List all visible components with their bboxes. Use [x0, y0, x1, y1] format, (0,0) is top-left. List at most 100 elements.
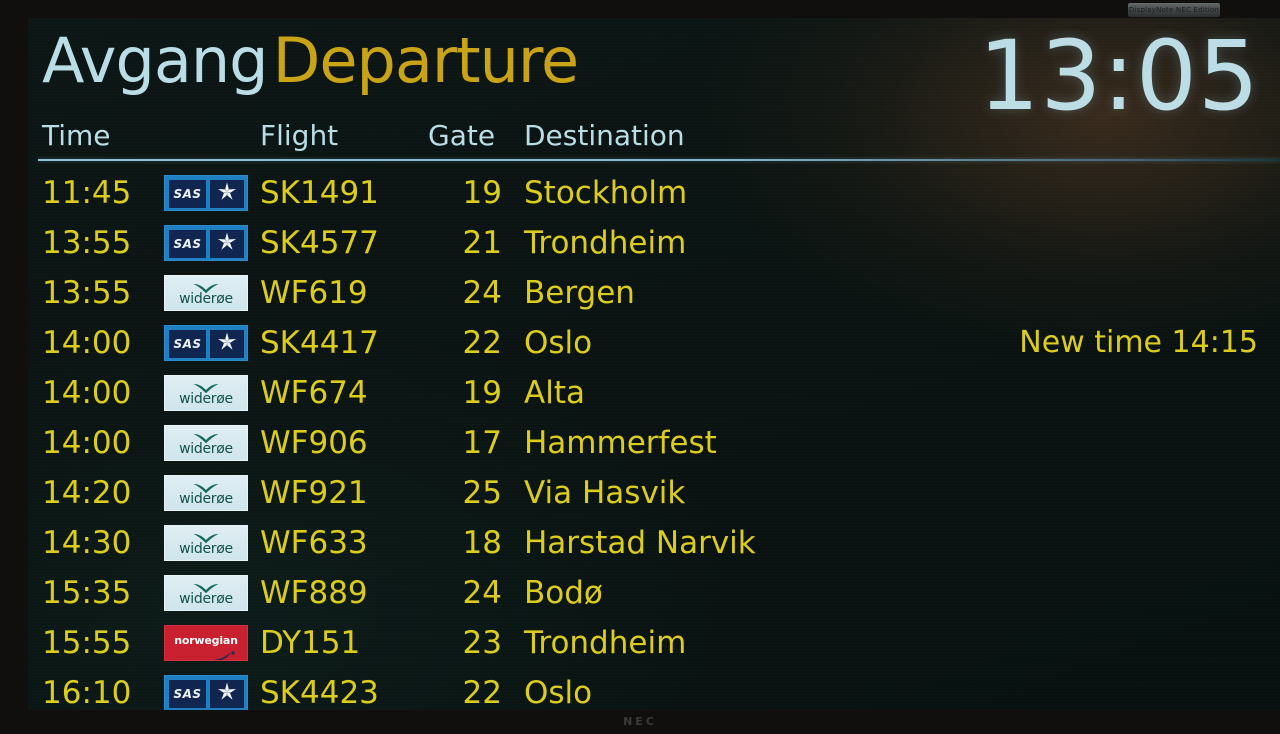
header-divider [38, 159, 1280, 161]
flight-row: 15:55 norwegian DY151 23 Trondheim [28, 618, 1280, 668]
column-header-gate: Gate [428, 119, 496, 152]
wideroe-gull-mark [193, 429, 219, 444]
sas-logo: SAS [164, 175, 248, 211]
airline-logo-cell: SAS [164, 175, 248, 211]
wideroe-wordmark: widerøe [179, 291, 233, 307]
wideroe-wordmark: widerøe [179, 491, 233, 507]
swoosh-icon [214, 651, 235, 660]
flight-gate: 24 [462, 275, 502, 311]
flight-time: 14:20 [42, 475, 132, 511]
flight-time: 15:55 [42, 625, 132, 661]
flight-number: WF633 [260, 525, 368, 561]
flight-number: SK1491 [260, 175, 379, 211]
flight-destination: Oslo [524, 675, 593, 710]
flight-gate: 18 [462, 525, 502, 561]
wideroe-logo: widerøe [164, 575, 248, 611]
flight-number: WF889 [260, 575, 368, 611]
board-title: Avgang Departure [42, 30, 579, 92]
flight-time: 16:10 [42, 675, 132, 710]
flight-time: 11:45 [42, 175, 132, 211]
flight-gate: 21 [462, 225, 502, 261]
flight-number: WF674 [260, 375, 368, 411]
wideroe-logo: widerøe [164, 475, 248, 511]
flight-list: 11:45 SAS SK1491 19 Stockholm 13:55 SAS SK4577 2… [28, 168, 1280, 710]
flight-number: SK4423 [260, 675, 379, 710]
sas-wordmark: SAS [173, 187, 202, 201]
flight-row: 14:00 widerøe WF906 17 Hammerfest [28, 418, 1280, 468]
airline-logo-cell: widerøe [164, 525, 248, 561]
flight-row: 13:55 widerøe WF619 24 Bergen [28, 268, 1280, 318]
flight-gate: 22 [462, 325, 502, 361]
flight-row: 11:45 SAS SK1491 19 Stockholm [28, 168, 1280, 218]
wideroe-gull-mark [193, 579, 219, 594]
flight-time: 13:55 [42, 275, 132, 311]
column-header-destination: Destination [524, 119, 685, 152]
airline-logo-cell: norwegian [164, 625, 248, 661]
star-alliance-mark [210, 330, 244, 358]
airline-logo-cell: widerøe [164, 375, 248, 411]
flight-destination: Oslo [524, 325, 593, 361]
flight-destination: Hammerfest [524, 425, 717, 461]
star-alliance-mark [210, 230, 244, 258]
airline-logo-cell: SAS [164, 325, 248, 361]
sas-logo: SAS [164, 225, 248, 261]
wideroe-gull-mark [193, 379, 219, 394]
flight-gate: 22 [462, 675, 502, 710]
title-english: Departure [272, 24, 580, 97]
norwegian-swoosh-mark [213, 646, 235, 660]
wideroe-gull-mark [193, 529, 219, 544]
display-monitor: DisplayNote NEC Edition Avgang Departure… [0, 0, 1280, 734]
column-header-flight: Flight [260, 119, 339, 152]
wideroe-wordmark: widerøe [179, 441, 233, 457]
flight-row: 16:10 SAS SK4423 22 Oslo [28, 668, 1280, 710]
sas-logo: SAS [164, 675, 248, 710]
flight-number: WF906 [260, 425, 368, 461]
flight-row: 14:00 widerøe WF674 19 Alta [28, 368, 1280, 418]
airline-logo-cell: widerøe [164, 275, 248, 311]
flight-gate: 19 [462, 175, 502, 211]
flight-time: 14:00 [42, 325, 132, 361]
column-header-time: Time [42, 119, 111, 152]
wideroe-gull-mark [193, 279, 219, 294]
flight-time: 13:55 [42, 225, 132, 261]
wideroe-logo: widerøe [164, 525, 248, 561]
flight-destination: Trondheim [524, 625, 687, 661]
flight-number: SK4577 [260, 225, 379, 261]
flight-number: SK4417 [260, 325, 379, 361]
status-notice: New time 14:15 [1019, 325, 1258, 360]
flight-row: 14:30 widerøe WF633 18 Harstad Narvik [28, 518, 1280, 568]
flight-row: 15:35 widerøe WF889 24 Bodø [28, 568, 1280, 618]
wideroe-gull-mark [193, 479, 219, 494]
flight-time: 14:00 [42, 375, 132, 411]
flight-gate: 24 [462, 575, 502, 611]
flight-number: DY151 [260, 625, 361, 661]
flight-destination: Stockholm [524, 175, 688, 211]
wideroe-wordmark: widerøe [179, 391, 233, 407]
title-native: Avgang [42, 24, 268, 97]
wideroe-logo: widerøe [164, 425, 248, 461]
sas-logo: SAS [164, 325, 248, 361]
airline-logo-cell: widerøe [164, 475, 248, 511]
column-headers: Time Flight Gate Destination [28, 122, 1280, 160]
flight-gate: 23 [462, 625, 502, 661]
flight-gate: 25 [462, 475, 502, 511]
wideroe-logo: widerøe [164, 375, 248, 411]
flight-destination: Via Hasvik [524, 475, 686, 511]
bezel-sticker: DisplayNote NEC Edition [1128, 3, 1220, 17]
flight-time: 15:35 [42, 575, 132, 611]
flight-destination: Trondheim [524, 225, 687, 261]
wideroe-wordmark: widerøe [179, 591, 233, 607]
wideroe-logo: widerøe [164, 275, 248, 311]
departure-board-screen: Avgang Departure 13:05 Time Flight Gate … [28, 18, 1280, 710]
flight-gate: 19 [462, 375, 502, 411]
flight-time: 14:30 [42, 525, 132, 561]
star-alliance-icon [217, 182, 237, 200]
star-alliance-icon [217, 332, 237, 350]
flight-gate: 17 [462, 425, 502, 461]
wideroe-wordmark: widerøe [179, 541, 233, 557]
sas-wordmark: SAS [173, 237, 202, 251]
monitor-brand-label: NEC [623, 715, 657, 728]
flight-row: 14:20 widerøe WF921 25 Via Hasvik [28, 468, 1280, 518]
flight-destination: Bodø [524, 575, 603, 611]
norwegian-logo: norwegian [164, 625, 248, 661]
